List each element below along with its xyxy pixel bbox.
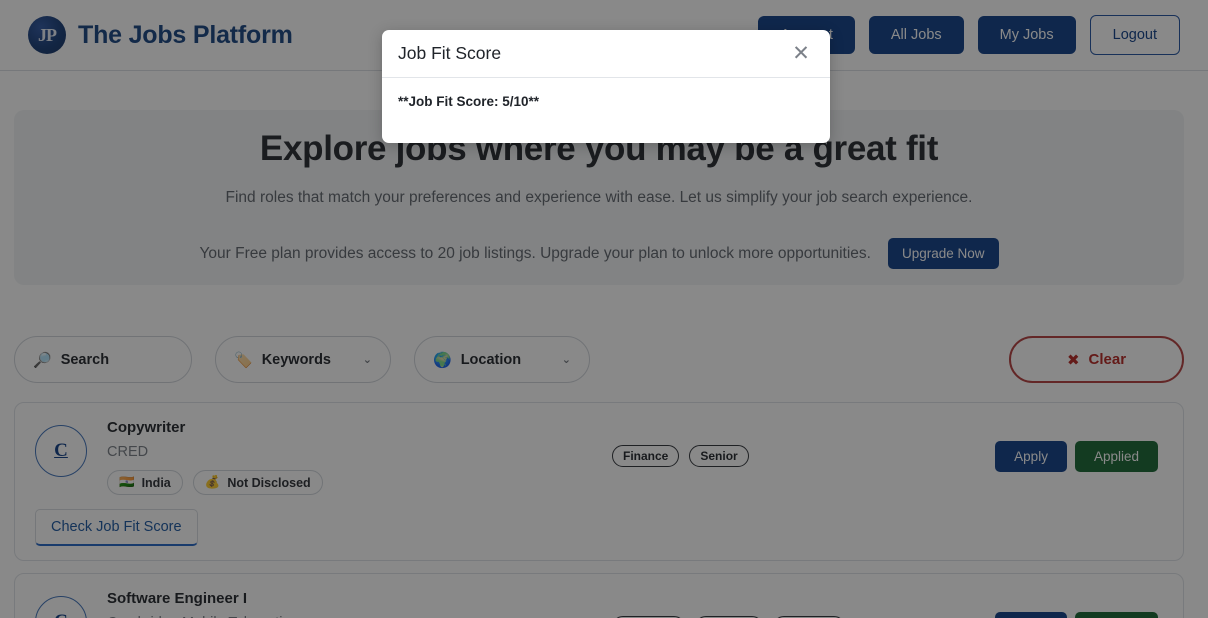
modal-body-text: **Job Fit Score: 5/10**: [398, 94, 540, 109]
job-fit-score-modal: Job Fit Score ✕ **Job Fit Score: 5/10**: [382, 30, 830, 143]
modal-header: Job Fit Score ✕: [382, 30, 830, 78]
page-root: JP The Jobs Platform Account All Jobs My…: [0, 0, 1208, 618]
modal-title: Job Fit Score: [398, 43, 502, 63]
close-icon[interactable]: ✕: [788, 41, 814, 67]
